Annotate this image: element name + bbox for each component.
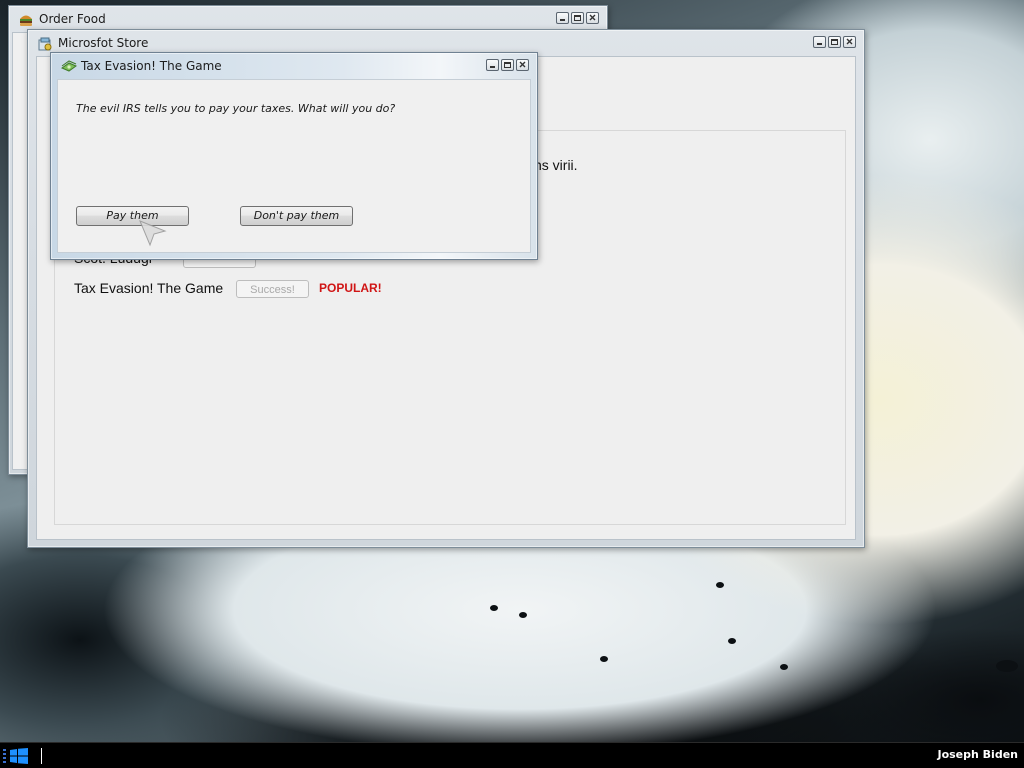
tax-dialog-client: The evil IRS tells you to pay your taxes… xyxy=(57,79,531,253)
money-icon xyxy=(60,59,78,73)
start-button[interactable] xyxy=(10,748,28,764)
windows-logo-icon xyxy=(10,748,28,764)
store-item-name: Tax Evasion! The Game xyxy=(74,280,224,296)
taskbar: Joseph Biden xyxy=(0,742,1024,768)
dialog-message: The evil IRS tells you to pay your taxes… xyxy=(76,102,396,115)
mouse-cursor-icon xyxy=(139,220,169,252)
maximize-button[interactable] xyxy=(571,12,584,24)
store-icon xyxy=(38,36,52,51)
user-name[interactable]: Joseph Biden xyxy=(937,748,1018,761)
tax-dialog-titlebar[interactable]: Tax Evasion! The Game xyxy=(51,53,537,79)
minimize-button[interactable] xyxy=(813,36,826,48)
minimize-button[interactable] xyxy=(556,12,569,24)
minimize-button[interactable] xyxy=(486,59,499,71)
store-item-success-button[interactable]: Success! xyxy=(236,280,309,298)
order-food-title: Order Food xyxy=(39,12,106,26)
pay-them-button[interactable]: Pay them xyxy=(76,206,189,226)
taskbar-grip-icon xyxy=(3,749,6,763)
burger-icon xyxy=(19,12,33,26)
taskbar-divider xyxy=(41,748,42,764)
maximize-button[interactable] xyxy=(501,59,514,71)
maximize-button[interactable] xyxy=(828,36,841,48)
tax-dialog-title: Tax Evasion! The Game xyxy=(81,59,222,73)
tax-evasion-dialog[interactable]: Tax Evasion! The Game The evil IRS tells… xyxy=(50,52,538,260)
popular-badge: POPULAR! xyxy=(319,281,382,295)
close-button[interactable] xyxy=(586,12,599,24)
dont-pay-them-button[interactable]: Don't pay them xyxy=(240,206,353,226)
store-partial-text: ns virii. xyxy=(534,157,578,173)
close-button[interactable] xyxy=(843,36,856,48)
close-button[interactable] xyxy=(516,59,529,71)
store-title: Microsfot Store xyxy=(58,36,149,50)
